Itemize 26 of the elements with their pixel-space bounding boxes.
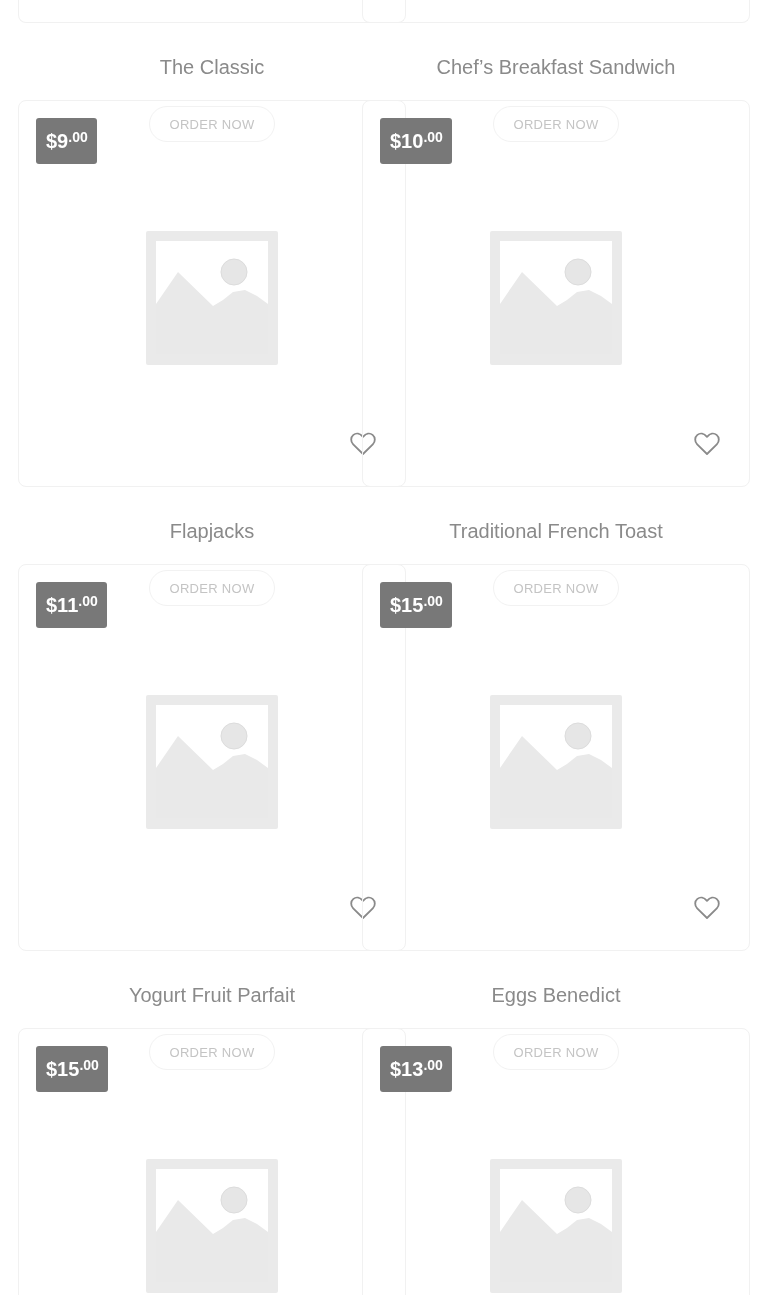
order-now-button[interactable]: ORDER NOW (149, 1034, 275, 1070)
product-title: Yogurt Fruit Parfait (129, 983, 295, 1007)
price-badge: $11$^{.00}$ (36, 582, 107, 628)
placeholder-image-icon (143, 692, 281, 832)
placeholder-image-icon (487, 228, 625, 368)
heart-icon[interactable] (350, 432, 376, 456)
heart-icon[interactable] (350, 896, 376, 920)
order-now-button[interactable]: ORDER NOW (149, 106, 275, 142)
product-title: Eggs Benedict (491, 983, 621, 1007)
price-badge: $10$^{.00}$ (380, 118, 452, 164)
placeholder-image-icon (487, 692, 625, 832)
order-now-button[interactable]: ORDER NOW (493, 570, 619, 606)
heart-icon[interactable] (694, 896, 720, 920)
order-now-button[interactable]: ORDER NOW (493, 106, 619, 142)
product-title: The Classic (159, 55, 265, 79)
price-badge: $13$^{.00}$ (380, 1046, 452, 1092)
heart-icon[interactable] (694, 432, 720, 456)
placeholder-image-icon (143, 228, 281, 368)
price-badge: $15$^{.00}$ (36, 1046, 108, 1092)
order-now-button[interactable]: ORDER NOW (149, 570, 275, 606)
price-badge: $9$^{.00}$ (36, 118, 97, 164)
product-title: Flapjacks (169, 519, 255, 543)
order-now-button[interactable]: ORDER NOW (493, 1034, 619, 1070)
product-title: Chef’s Breakfast Sandwich (436, 55, 676, 79)
product-title: Traditional French Toast (449, 519, 663, 543)
price-badge: $15$^{.00}$ (380, 582, 452, 628)
